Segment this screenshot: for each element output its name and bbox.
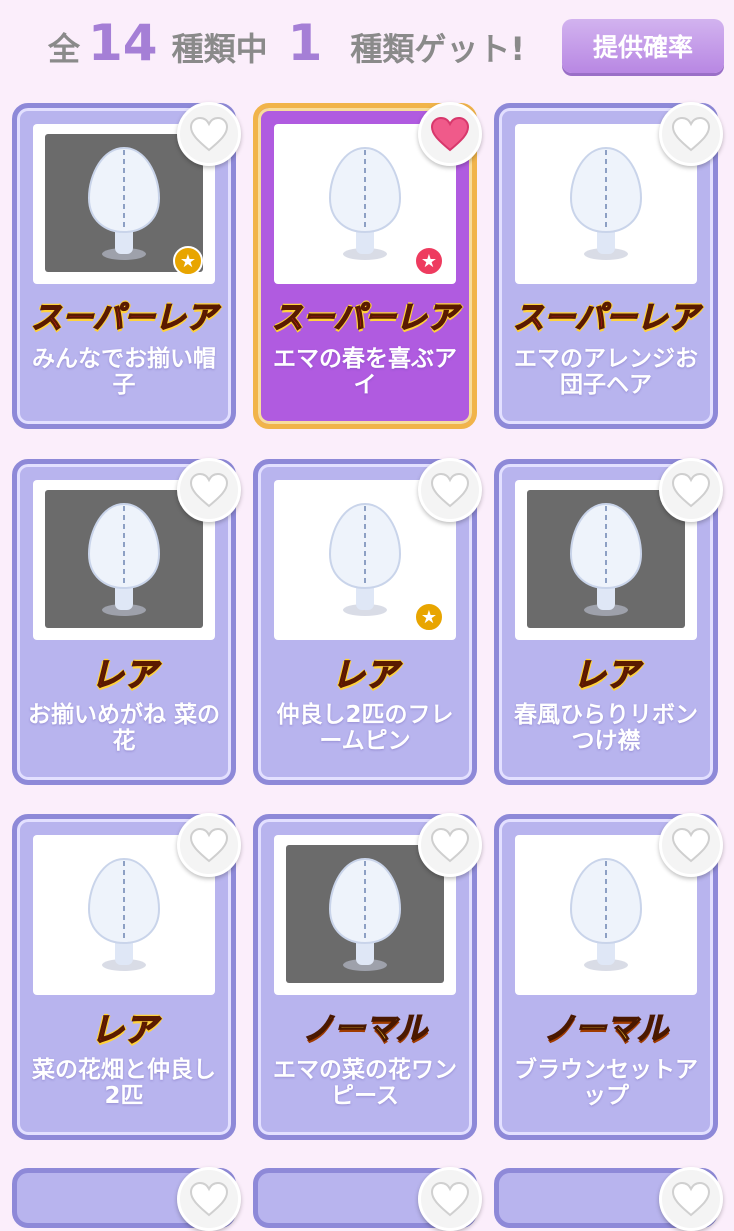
heart-icon	[189, 827, 229, 863]
favorite-heart-button[interactable]	[659, 813, 723, 877]
favorite-heart-button[interactable]	[418, 1167, 482, 1231]
item-card[interactable]: ★ レア 仲良し2匹のフレームピン	[253, 458, 482, 785]
thumbnail-background	[527, 490, 685, 628]
item-card[interactable]: ★ スーパーレア みんなでお揃い帽子	[12, 102, 241, 429]
star-badge-icon: ★	[414, 246, 444, 276]
item-name: エマのアレンジお団子ヘア	[514, 346, 698, 398]
rarity-label: ノーマル	[302, 1010, 428, 1048]
favorite-heart-button[interactable]	[418, 458, 482, 522]
heart-icon	[430, 116, 470, 152]
heart-icon	[671, 116, 711, 152]
thumbnail-background	[45, 490, 203, 628]
count-prefix: 全	[48, 30, 81, 68]
rarity-label: レア	[90, 1009, 158, 1050]
item-name: 春風ひらりリボンつけ襟	[514, 702, 698, 754]
item-illustration	[569, 857, 643, 971]
obtained-count: 1	[287, 14, 323, 72]
favorite-heart-button[interactable]	[177, 1167, 241, 1231]
item-card[interactable]: ★ スーパーレア エマの春を喜ぶアイ	[253, 102, 482, 429]
favorite-heart-button[interactable]	[177, 813, 241, 877]
favorite-heart-button[interactable]	[659, 458, 723, 522]
rarity-label: レア	[572, 654, 640, 695]
heart-icon	[430, 472, 470, 508]
heart-icon	[189, 472, 229, 508]
star-badge-icon: ★	[173, 246, 203, 276]
favorite-heart-button[interactable]	[418, 813, 482, 877]
heart-icon	[671, 472, 711, 508]
item-card-partial[interactable]	[494, 1167, 723, 1231]
item-illustration	[87, 502, 161, 616]
favorite-heart-button[interactable]	[177, 102, 241, 166]
item-name: エマの菜の花ワンピース	[273, 1057, 457, 1109]
heart-icon	[189, 1181, 229, 1217]
count-suffix: 種類ゲット!	[350, 30, 526, 68]
favorite-heart-button[interactable]	[659, 102, 723, 166]
drop-rate-button[interactable]: 提供確率	[562, 19, 724, 73]
item-name: 仲良し2匹のフレームピン	[276, 702, 454, 754]
item-name: お揃いめがね 菜の花	[27, 702, 220, 754]
favorite-heart-button[interactable]	[418, 102, 482, 166]
rarity-label: レア	[90, 654, 158, 695]
thumbnail-background	[286, 845, 444, 983]
item-illustration	[328, 857, 402, 971]
star-badge-icon: ★	[414, 602, 444, 632]
count-middle: 種類中	[171, 30, 268, 68]
heart-icon	[671, 1181, 711, 1217]
item-card[interactable]: ノーマル エマの菜の花ワンピース	[253, 813, 482, 1140]
rarity-label: ノーマル	[543, 1010, 669, 1048]
item-name: ブラウンセットアップ	[514, 1057, 698, 1109]
rarity-label: レア	[331, 654, 399, 695]
heart-icon	[430, 1181, 470, 1217]
collection-count: 全 14 種類中 1 種類ゲット!	[48, 14, 525, 74]
item-name: エマの春を喜ぶアイ	[273, 346, 457, 398]
item-card[interactable]: レア 春風ひらりリボンつけ襟	[494, 458, 723, 785]
thumbnail-background	[527, 134, 685, 272]
rarity-label: スーパーレア	[512, 299, 699, 337]
item-name: 菜の花畑と仲良し2匹	[32, 1057, 216, 1109]
favorite-heart-button[interactable]	[177, 458, 241, 522]
item-card[interactable]: スーパーレア エマのアレンジお団子ヘア	[494, 102, 723, 429]
thumbnail-background	[45, 845, 203, 983]
item-card[interactable]: レア お揃いめがね 菜の花	[12, 458, 241, 785]
heart-icon	[189, 116, 229, 152]
rarity-label: スーパーレア	[271, 299, 458, 337]
thumbnail-background	[527, 845, 685, 983]
heart-icon	[671, 827, 711, 863]
heart-icon	[430, 827, 470, 863]
rarity-label: スーパーレア	[30, 299, 217, 337]
item-card[interactable]: レア 菜の花畑と仲良し2匹	[12, 813, 241, 1140]
total-count: 14	[88, 14, 158, 72]
item-illustration	[87, 857, 161, 971]
item-card[interactable]: ノーマル ブラウンセットアップ	[494, 813, 723, 1140]
item-name: みんなでお揃い帽子	[32, 346, 216, 398]
item-card-partial[interactable]	[253, 1167, 482, 1231]
item-card-partial[interactable]	[12, 1167, 241, 1231]
favorite-heart-button[interactable]	[659, 1167, 723, 1231]
item-illustration	[569, 146, 643, 260]
collection-header: 全 14 種類中 1 種類ゲット! 提供確率	[0, 0, 734, 88]
item-illustration	[569, 502, 643, 616]
